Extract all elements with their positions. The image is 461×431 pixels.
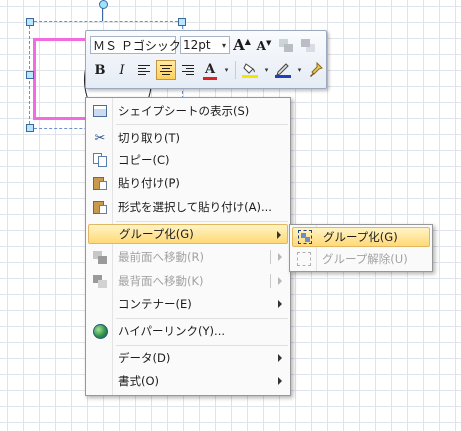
submenu-arrow-icon <box>278 300 282 308</box>
menu-item-hyperlink[interactable]: ハイパーリンク(Y)... <box>88 321 288 341</box>
submenu-item-group[interactable]: グループ化(G) <box>292 227 430 247</box>
shrink-font-button[interactable]: A▼ <box>254 35 274 55</box>
submenu-arrow-icon <box>277 231 281 239</box>
grow-font-icon: A▲ <box>233 36 251 54</box>
align-center-icon <box>160 64 172 75</box>
fill-color-button[interactable] <box>240 60 260 80</box>
menu-item-cut[interactable]: ✂ 切り取り(T) <box>88 128 288 148</box>
pen-icon <box>275 63 291 78</box>
shape-sheet-icon <box>93 105 107 117</box>
font-size-value: 12pt <box>183 38 211 52</box>
submenu-arrow-icon <box>278 377 282 385</box>
menu-item-label: グループ化(G) <box>323 230 398 244</box>
split-separator <box>270 250 271 264</box>
bring-to-front-icon <box>93 250 107 264</box>
menu-item-label: データ(D) <box>118 351 171 365</box>
paint-bucket-icon <box>242 63 258 78</box>
font-size-combo[interactable]: 12pt ▾ <box>180 36 230 54</box>
menu-item-copy[interactable]: コピー(C) <box>88 150 288 170</box>
rotation-handle[interactable] <box>99 0 108 9</box>
send-backward-icon <box>301 38 315 52</box>
menu-item-label: 形式を選択して貼り付け(A)... <box>118 200 272 214</box>
submenu-arrow-icon <box>278 253 282 261</box>
menu-item-shape-sheet[interactable]: シェイプシートの表示(S) <box>88 101 288 121</box>
font-color-icon: A <box>202 62 218 80</box>
italic-icon: I <box>119 62 125 78</box>
group-submenu: グループ化(G) グループ解除(U) <box>289 224 433 272</box>
font-name-combo[interactable]: ＭＳ Ｐゴシック ▾ <box>90 36 187 54</box>
resize-handle-bottom-left[interactable] <box>26 124 34 132</box>
align-left-icon <box>138 64 150 75</box>
resize-handle-top-right[interactable] <box>178 18 186 26</box>
menu-item-paste[interactable]: 貼り付け(P) <box>88 173 288 193</box>
submenu-arrow-icon <box>278 354 282 362</box>
font-color-dropdown-arrow[interactable]: ▾ <box>222 66 231 74</box>
align-right-icon <box>182 64 194 75</box>
line-color-button[interactable] <box>273 60 293 80</box>
menu-item-label: ハイパーリンク(Y)... <box>118 324 226 338</box>
menu-item-format[interactable]: 書式(O) <box>88 371 288 391</box>
send-backward-button[interactable] <box>298 35 318 55</box>
menu-separator <box>116 345 288 346</box>
hyperlink-globe-icon <box>92 323 108 339</box>
bring-forward-icon <box>279 38 293 52</box>
paste-special-icon <box>93 200 107 214</box>
copy-icon <box>93 153 107 167</box>
menu-item-label: 最前面へ移動(R) <box>118 250 204 264</box>
align-left-button[interactable] <box>134 60 154 80</box>
menu-item-label: 貼り付け(P) <box>118 176 180 190</box>
menu-item-label: 最背面へ移動(K) <box>118 274 204 288</box>
grow-font-button[interactable]: A▲ <box>232 35 252 55</box>
context-menu: シェイプシートの表示(S) ✂ 切り取り(T) コピー(C) 貼り付け(P) 形… <box>85 97 291 396</box>
menu-item-send-to-back[interactable]: 最背面へ移動(K) <box>88 271 288 291</box>
menu-item-label: コピー(C) <box>118 153 170 167</box>
resize-handle-left[interactable] <box>26 71 34 79</box>
toolbar-separator <box>235 61 236 79</box>
bold-button[interactable]: B <box>90 60 110 80</box>
align-right-button[interactable] <box>178 60 198 80</box>
menu-item-label: グループ解除(U) <box>322 252 408 266</box>
menu-item-label: コンテナー(E) <box>118 297 192 311</box>
menu-item-label: シェイプシートの表示(S) <box>118 104 250 118</box>
submenu-item-ungroup[interactable]: グループ解除(U) <box>292 249 430 269</box>
scissors-icon: ✂ <box>94 130 106 146</box>
bold-icon: B <box>94 62 106 78</box>
line-color-dropdown-arrow[interactable]: ▾ <box>295 66 304 74</box>
menu-item-container[interactable]: コンテナー(E) <box>88 294 288 314</box>
menu-item-label: 書式(O) <box>118 374 160 388</box>
paste-icon <box>93 176 107 190</box>
menu-separator <box>116 124 288 125</box>
resize-handle-top-left[interactable] <box>26 18 34 26</box>
bring-forward-button[interactable] <box>276 35 296 55</box>
split-separator <box>270 274 271 288</box>
fill-color-dropdown-arrow[interactable]: ▾ <box>262 66 271 74</box>
menu-separator <box>116 221 288 222</box>
shrink-font-icon: A▼ <box>256 37 272 53</box>
font-color-button[interactable]: A <box>200 60 220 80</box>
italic-button[interactable]: I <box>112 60 132 80</box>
chevron-down-icon: ▾ <box>221 40 226 50</box>
menu-item-bring-to-front[interactable]: 最前面へ移動(R) <box>88 247 288 267</box>
format-painter-icon <box>310 62 323 77</box>
format-painter-button[interactable] <box>306 60 326 80</box>
menu-separator <box>116 318 288 319</box>
align-center-button[interactable] <box>156 60 176 80</box>
mini-toolbar: ＭＳ Ｐゴシック ▾ 12pt ▾ A▲ A▼ B I <box>85 30 327 89</box>
font-name-value: ＭＳ Ｐゴシック <box>93 38 181 53</box>
rotation-stem <box>102 8 103 21</box>
ungroup-icon <box>297 252 311 266</box>
menu-item-data[interactable]: データ(D) <box>88 348 288 368</box>
menu-item-group[interactable]: グループ化(G) <box>88 224 288 244</box>
submenu-arrow-icon <box>278 277 282 285</box>
send-to-back-icon <box>93 274 107 288</box>
group-icon <box>298 230 312 244</box>
menu-item-label: 切り取り(T) <box>118 131 180 145</box>
menu-item-label: グループ化(G) <box>119 227 194 241</box>
menu-item-paste-special[interactable]: 形式を選択して貼り付け(A)... <box>88 197 288 217</box>
